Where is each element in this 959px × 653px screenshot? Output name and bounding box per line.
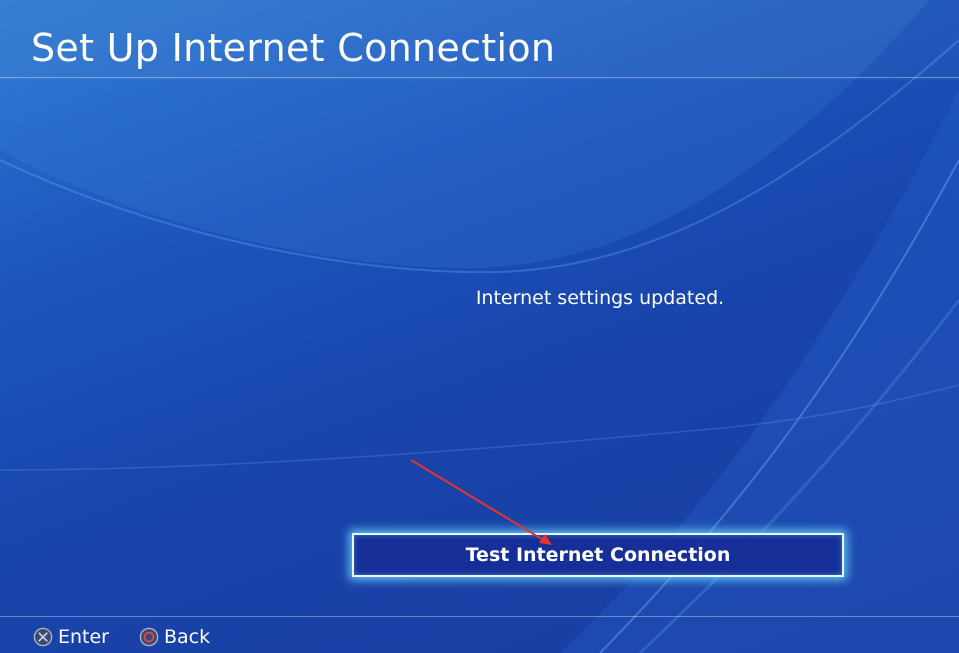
page-title: Set Up Internet Connection: [31, 26, 556, 70]
back-hint[interactable]: Back: [139, 625, 210, 649]
header-divider: [0, 77, 959, 78]
back-hint-label: Back: [164, 626, 211, 648]
status-message: Internet settings updated.: [475, 287, 725, 309]
cross-button-icon: [33, 627, 53, 647]
button-hints: Enter Back: [33, 624, 240, 650]
footer-divider: [0, 616, 959, 617]
circle-button-icon: [139, 627, 159, 647]
test-internet-connection-button[interactable]: Test Internet Connection: [352, 533, 844, 577]
enter-hint-label: Enter: [58, 626, 109, 648]
enter-hint[interactable]: Enter: [33, 625, 109, 649]
